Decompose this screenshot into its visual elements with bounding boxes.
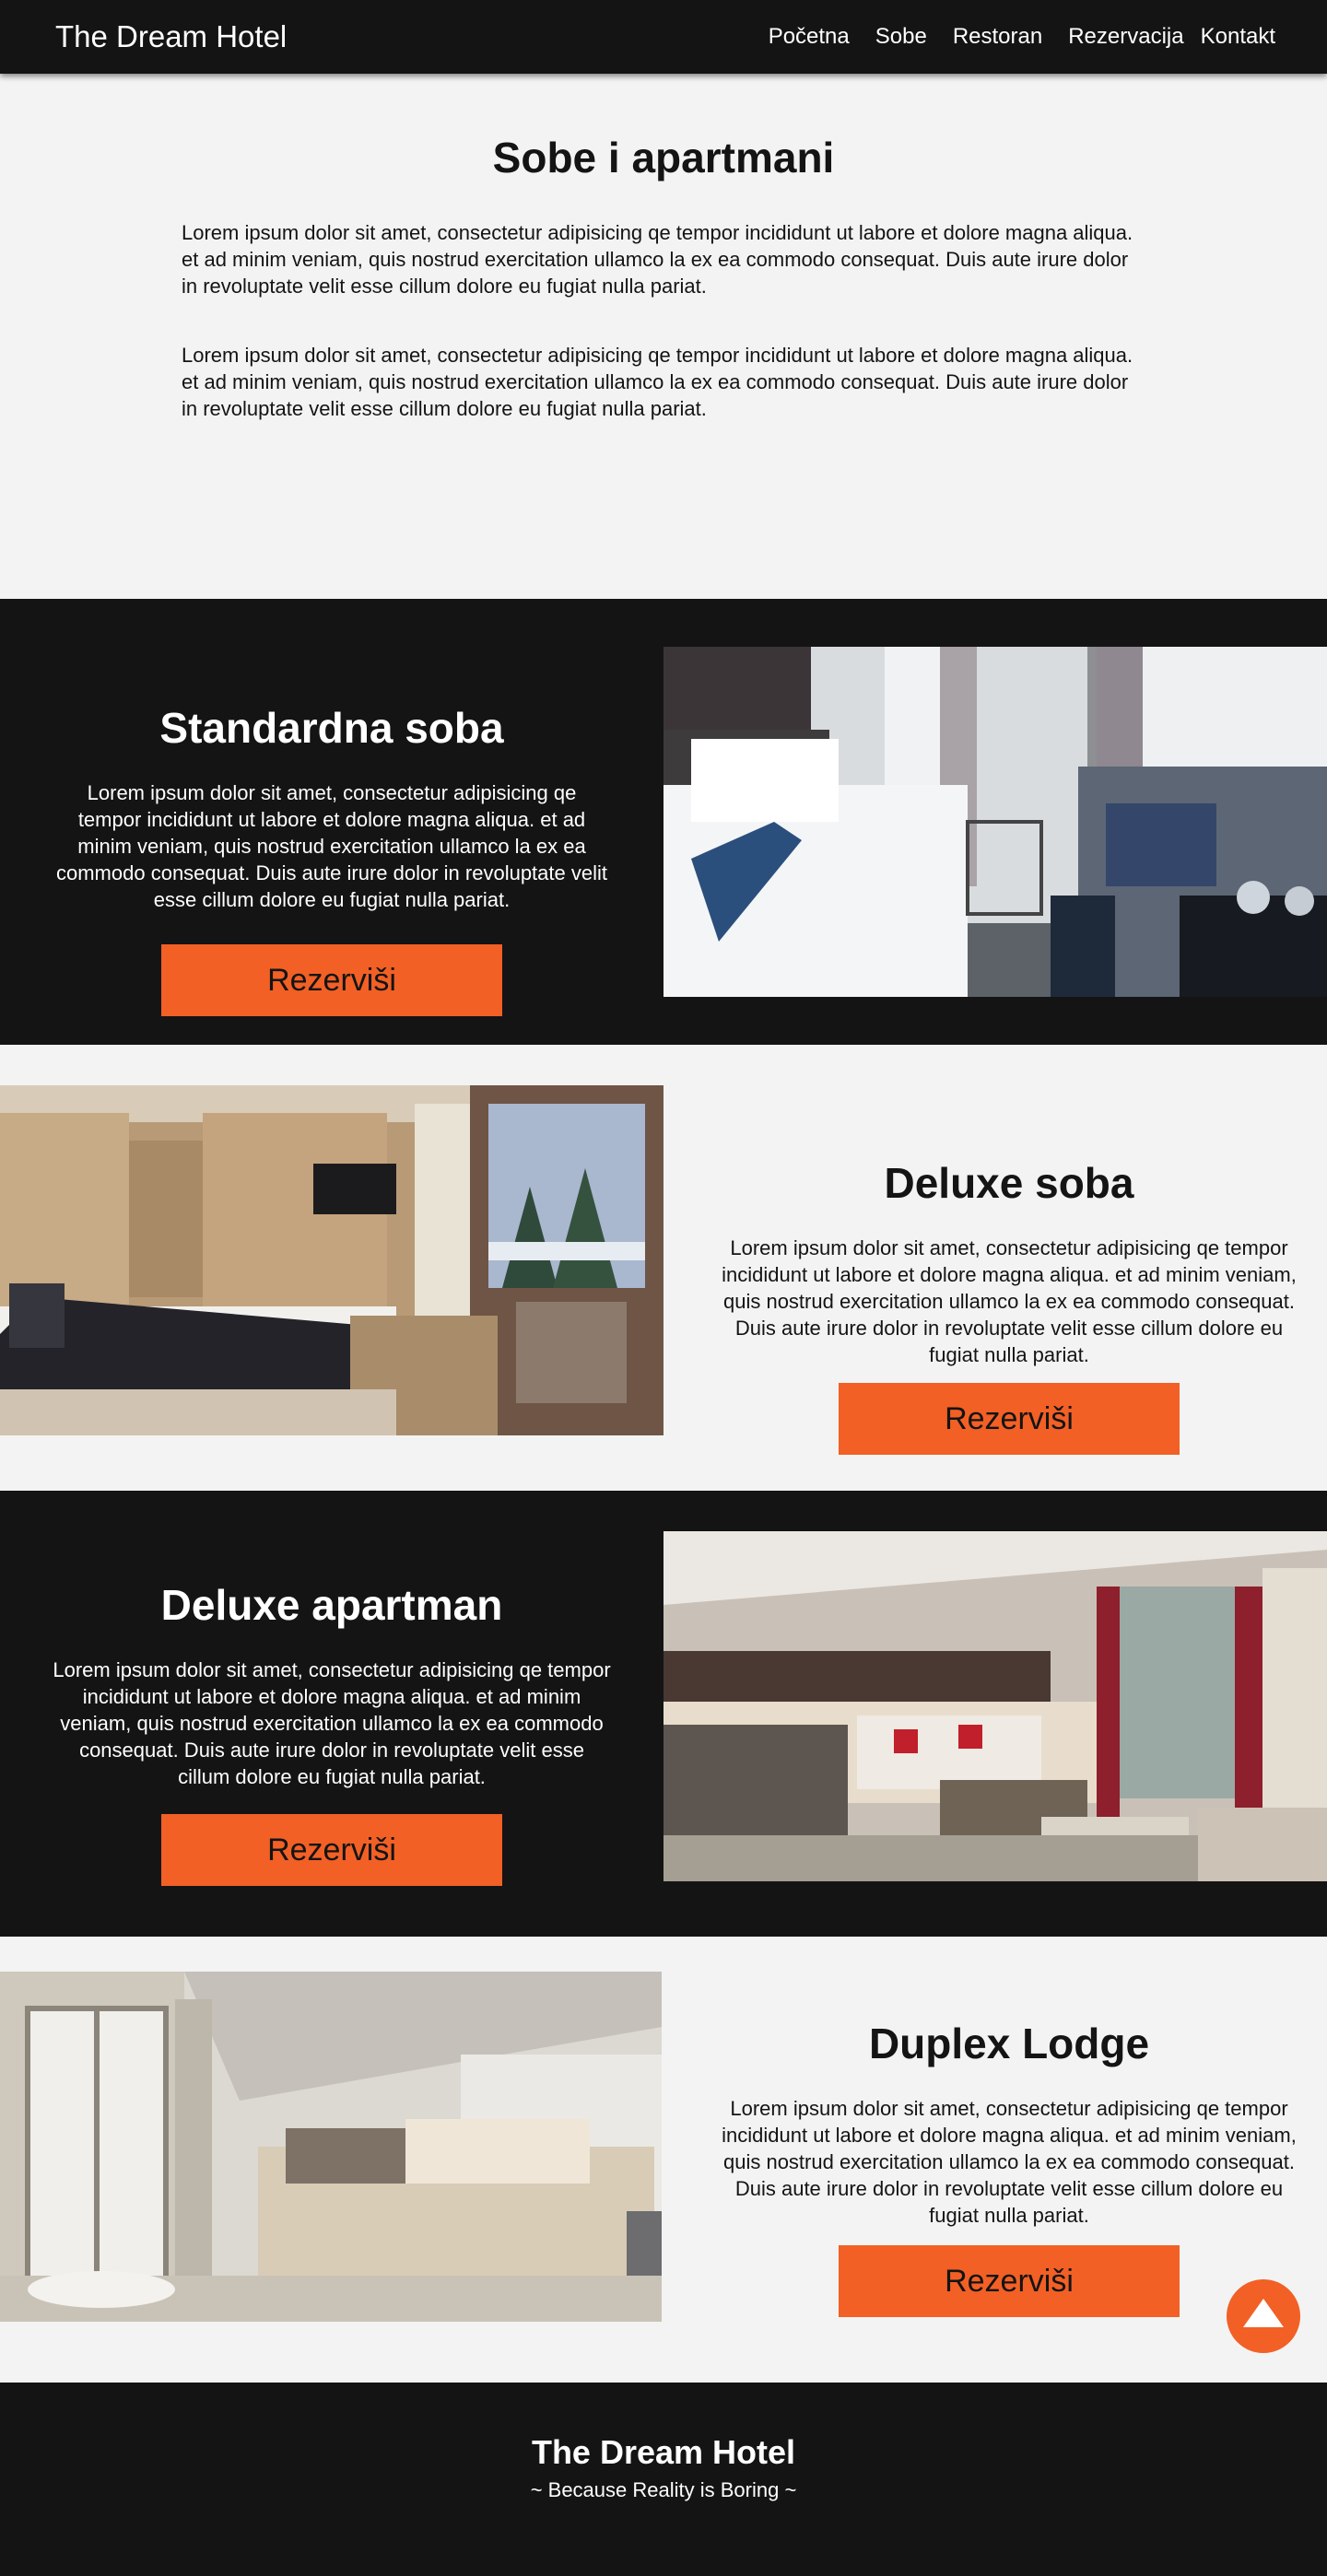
room-info: Deluxe apartman Lorem ipsum dolor sit am…: [51, 1579, 613, 1886]
intro-body: Lorem ipsum dolor sit amet, consectetur …: [182, 219, 1145, 422]
room-photo-deluxe-apartment: [664, 1531, 1327, 1881]
nav-menu: Početna Sobe Restoran Rezervacija Kontak…: [769, 23, 1275, 51]
room-photo-duplex-lodge: [0, 1972, 662, 2322]
footer: The Dream Hotel ~ Because Reality is Bor…: [0, 2383, 1327, 2576]
intro-paragraph: Lorem ipsum dolor sit amet, consectetur …: [182, 221, 1133, 298]
scroll-to-top-button[interactable]: [1227, 2279, 1300, 2353]
nav-link-kontakt[interactable]: Kontakt: [1201, 23, 1275, 51]
intro-section: Sobe i apartmani Lorem ipsum dolor sit a…: [0, 74, 1327, 523]
reserve-button[interactable]: Rezerviši: [839, 1383, 1180, 1455]
room-section-deluxe-soba: Deluxe soba Lorem ipsum dolor sit amet, …: [0, 1045, 1327, 1491]
footer-tagline: ~ Because Reality is Boring ~: [530, 2478, 797, 2501]
reserve-button[interactable]: Rezerviši: [161, 1814, 502, 1886]
nav-link-restoran[interactable]: Restoran: [953, 23, 1042, 51]
navbar: The Dream Hotel Početna Sobe Restoran Re…: [0, 0, 1327, 74]
room-section-deluxe-apartman: Deluxe apartman Lorem ipsum dolor sit am…: [0, 1491, 1327, 1937]
room-description: Lorem ipsum dolor sit amet, consectetur …: [56, 781, 607, 911]
room-info: Standardna soba Lorem ipsum dolor sit am…: [55, 702, 608, 1016]
room-description: Lorem ipsum dolor sit amet, consectetur …: [722, 1236, 1297, 1366]
reserve-button[interactable]: Rezerviši: [839, 2245, 1180, 2317]
arrow-up-triangle-icon: [1243, 2299, 1284, 2327]
room-info: Duplex Lodge Lorem ipsum dolor sit amet,…: [710, 2018, 1309, 2317]
room-section-standardna: Standardna soba Lorem ipsum dolor sit am…: [0, 599, 1327, 1045]
nav-link-sobe[interactable]: Sobe: [875, 23, 927, 51]
brand-logo-text[interactable]: The Dream Hotel: [55, 18, 287, 55]
footer-brand: The Dream Hotel: [531, 2433, 796, 2471]
reserve-button[interactable]: Rezerviši: [161, 944, 502, 1016]
room-photo-deluxe-bedroom: [0, 1085, 664, 1435]
room-description: Lorem ipsum dolor sit amet, consectetur …: [722, 2097, 1297, 2227]
room-info: Deluxe soba Lorem ipsum dolor sit amet, …: [710, 1157, 1309, 1455]
room-description: Lorem ipsum dolor sit amet, consectetur …: [53, 1658, 611, 1788]
room-title: Duplex Lodge: [868, 2020, 1150, 2067]
page-title: Sobe i apartmani: [492, 134, 835, 181]
intro-paragraph: Lorem ipsum dolor sit amet, consectetur …: [182, 344, 1133, 420]
nav-link-rezervacija[interactable]: Rezervacija: [1068, 23, 1183, 51]
room-title: Deluxe soba: [884, 1159, 1134, 1207]
room-title: Standardna soba: [159, 704, 504, 752]
nav-link-pocetna[interactable]: Početna: [769, 23, 850, 51]
room-photo-standard-bedroom: [664, 647, 1327, 997]
room-title: Deluxe apartman: [160, 1581, 503, 1629]
room-section-duplex-lodge: Duplex Lodge Lorem ipsum dolor sit amet,…: [0, 1937, 1327, 2383]
